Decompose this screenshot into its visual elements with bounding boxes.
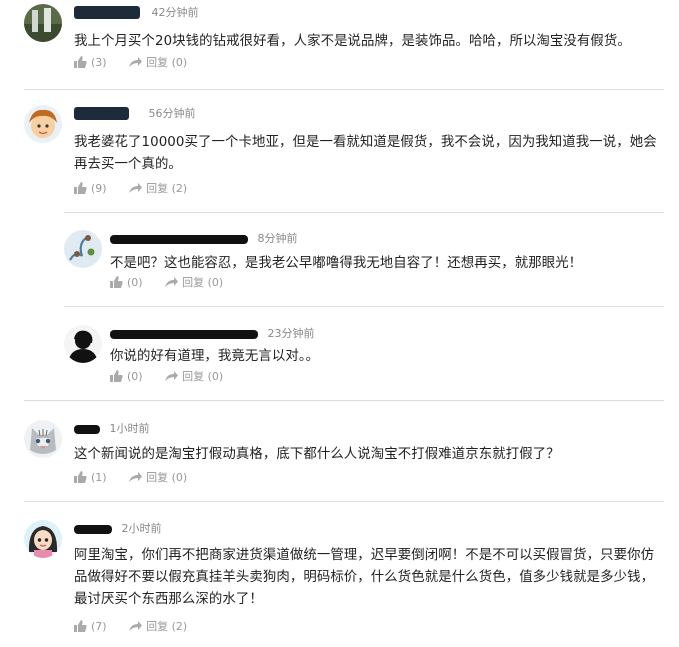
comment-actions: (3) 回复 (0): [74, 55, 205, 71]
avatar[interactable]: [24, 4, 62, 42]
comment-meta: 酒醉的伤仔 56分钟前: [74, 105, 196, 123]
reply-label: 回复: [182, 276, 205, 289]
comment-actions: (7) 回复 (2): [74, 619, 205, 635]
reply-button[interactable]: 回复 (0): [128, 55, 187, 71]
comment-text: 我上个月买个20块钱的钻戒很好看，人家不是说品牌，是装饰品。哈哈，所以淘宝没有假…: [74, 34, 631, 49]
like-count: (7): [91, 620, 107, 633]
reply-count: (0): [207, 276, 224, 289]
like-count: (9): [91, 182, 107, 195]
divider: [24, 400, 664, 401]
like-count: (0): [127, 276, 143, 289]
comment-text: 你说的好有道理，我竟无言以对。。: [110, 349, 320, 364]
username[interactable]: 你才是什么呢: [74, 6, 140, 19]
comment-meta: 8分钟前: [110, 230, 298, 248]
reply-count: (2): [171, 182, 188, 195]
reply-arrow-icon: [129, 621, 143, 631]
timestamp: 56分钟前: [148, 107, 196, 120]
avatar[interactable]: [24, 520, 62, 558]
comment-text: 我老婆花了10000买了一个卡地亚，但是一看就知道是假货，我不会说，因为我知道我…: [74, 135, 657, 172]
comment-text: 阿里淘宝，你们再不把商家进货渠道做统一管理，迟早要倒闭啊！不是不可以买假冒货，只…: [74, 548, 655, 607]
reply-button[interactable]: 回复 (2): [128, 181, 187, 197]
reply-count: (0): [207, 370, 224, 383]
comment-meta: 1小时前: [74, 420, 150, 438]
like-button[interactable]: (3): [74, 55, 107, 71]
like-button[interactable]: (1): [74, 470, 107, 486]
reply-label: 回复: [146, 620, 169, 633]
divider: [64, 212, 664, 213]
reply-arrow-icon: [129, 57, 143, 67]
comment-actions: (0) 回复 (0): [110, 369, 241, 385]
comment-text: 这个新闻说的是淘宝打假动真格，底下都什么人说淘宝不打假难道京东就打假了？: [74, 447, 560, 462]
divider: [24, 89, 664, 90]
comment-actions: (9) 回复 (2): [74, 181, 205, 197]
reply-label: 回复: [146, 182, 169, 195]
comment-meta: 23分钟前: [110, 325, 315, 343]
comment-actions: (0) 回复 (0): [110, 275, 241, 291]
timestamp: 23分钟前: [267, 327, 315, 340]
like-button[interactable]: (0): [110, 275, 143, 291]
like-count: (1): [91, 471, 107, 484]
thumbs-up-icon: [74, 471, 87, 483]
comment-meta: 你才是什么呢 42分钟前: [74, 4, 199, 22]
thumbs-up-icon: [110, 276, 123, 288]
reply-label: 回复: [146, 471, 169, 484]
thumbs-up-icon: [74, 56, 87, 68]
reply-button[interactable]: 回复 (0): [164, 275, 223, 291]
reply-arrow-icon: [165, 371, 179, 381]
reply-button[interactable]: 回复 (0): [164, 369, 223, 385]
reply-label: 回复: [146, 56, 169, 69]
comment-actions: (1) 回复 (0): [74, 470, 205, 486]
avatar[interactable]: [64, 230, 102, 268]
reply-count: (0): [171, 56, 188, 69]
comment-text: 不是吧？这也能容忍，是我老公早嘟噜得我无地自容了！还想再买，就那眼光！: [110, 256, 583, 271]
comment-meta: 2小时前: [74, 520, 162, 538]
reply-arrow-icon: [165, 277, 179, 287]
reply-count: (0): [171, 471, 188, 484]
thumbs-up-icon: [74, 182, 87, 194]
redacted-username: [110, 234, 248, 244]
reply-arrow-icon: [129, 183, 143, 193]
reply-count: (2): [171, 620, 188, 633]
redacted-username: [74, 524, 112, 534]
divider: [24, 501, 664, 502]
reply-arrow-icon: [129, 472, 143, 482]
avatar[interactable]: [24, 105, 62, 143]
redacted-username: [74, 424, 100, 434]
redacted-username: [110, 329, 258, 339]
avatar[interactable]: [64, 325, 102, 363]
reply-button[interactable]: 回复 (0): [128, 470, 187, 486]
timestamp: 1小时前: [109, 422, 150, 435]
username[interactable]: 酒醉的伤仔: [74, 107, 129, 120]
divider: [64, 306, 664, 307]
timestamp: 8分钟前: [257, 232, 298, 245]
thumbs-up-icon: [74, 620, 87, 632]
timestamp: 2小时前: [121, 522, 162, 535]
like-button[interactable]: (0): [110, 369, 143, 385]
thumbs-up-icon: [110, 370, 123, 382]
like-button[interactable]: (9): [74, 181, 107, 197]
reply-label: 回复: [182, 370, 205, 383]
reply-button[interactable]: 回复 (2): [128, 619, 187, 635]
avatar[interactable]: [24, 420, 62, 458]
like-count: (0): [127, 370, 143, 383]
like-count: (3): [91, 56, 107, 69]
timestamp: 42分钟前: [151, 6, 199, 19]
like-button[interactable]: (7): [74, 619, 107, 635]
